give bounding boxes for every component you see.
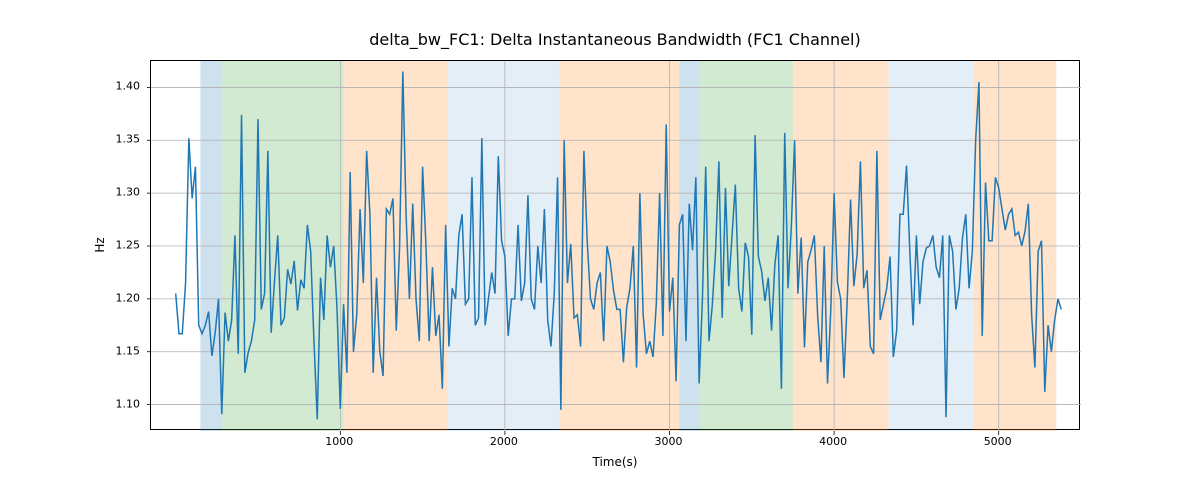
x-tick-label: 3000 bbox=[654, 435, 682, 448]
x-axis-label: Time(s) bbox=[150, 455, 1080, 469]
figure: delta_bw_FC1: Delta Instantaneous Bandwi… bbox=[0, 0, 1200, 500]
y-tick-label: 1.40 bbox=[116, 80, 141, 93]
y-tick-label: 1.20 bbox=[116, 291, 141, 304]
x-tick-label: 5000 bbox=[984, 435, 1012, 448]
plot-axes bbox=[150, 60, 1080, 430]
x-tick-label: 2000 bbox=[490, 435, 518, 448]
y-tick-label: 1.30 bbox=[116, 186, 141, 199]
y-tick-label: 1.10 bbox=[116, 397, 141, 410]
y-tick-label: 1.35 bbox=[116, 133, 141, 146]
chart-title: delta_bw_FC1: Delta Instantaneous Bandwi… bbox=[150, 30, 1080, 49]
plot-svg bbox=[151, 61, 1079, 429]
y-axis-label: Hz bbox=[93, 237, 107, 252]
x-tick-label: 1000 bbox=[325, 435, 353, 448]
y-tick-label: 1.25 bbox=[116, 239, 141, 252]
y-tick-label: 1.15 bbox=[116, 344, 141, 357]
x-tick-label: 4000 bbox=[819, 435, 847, 448]
